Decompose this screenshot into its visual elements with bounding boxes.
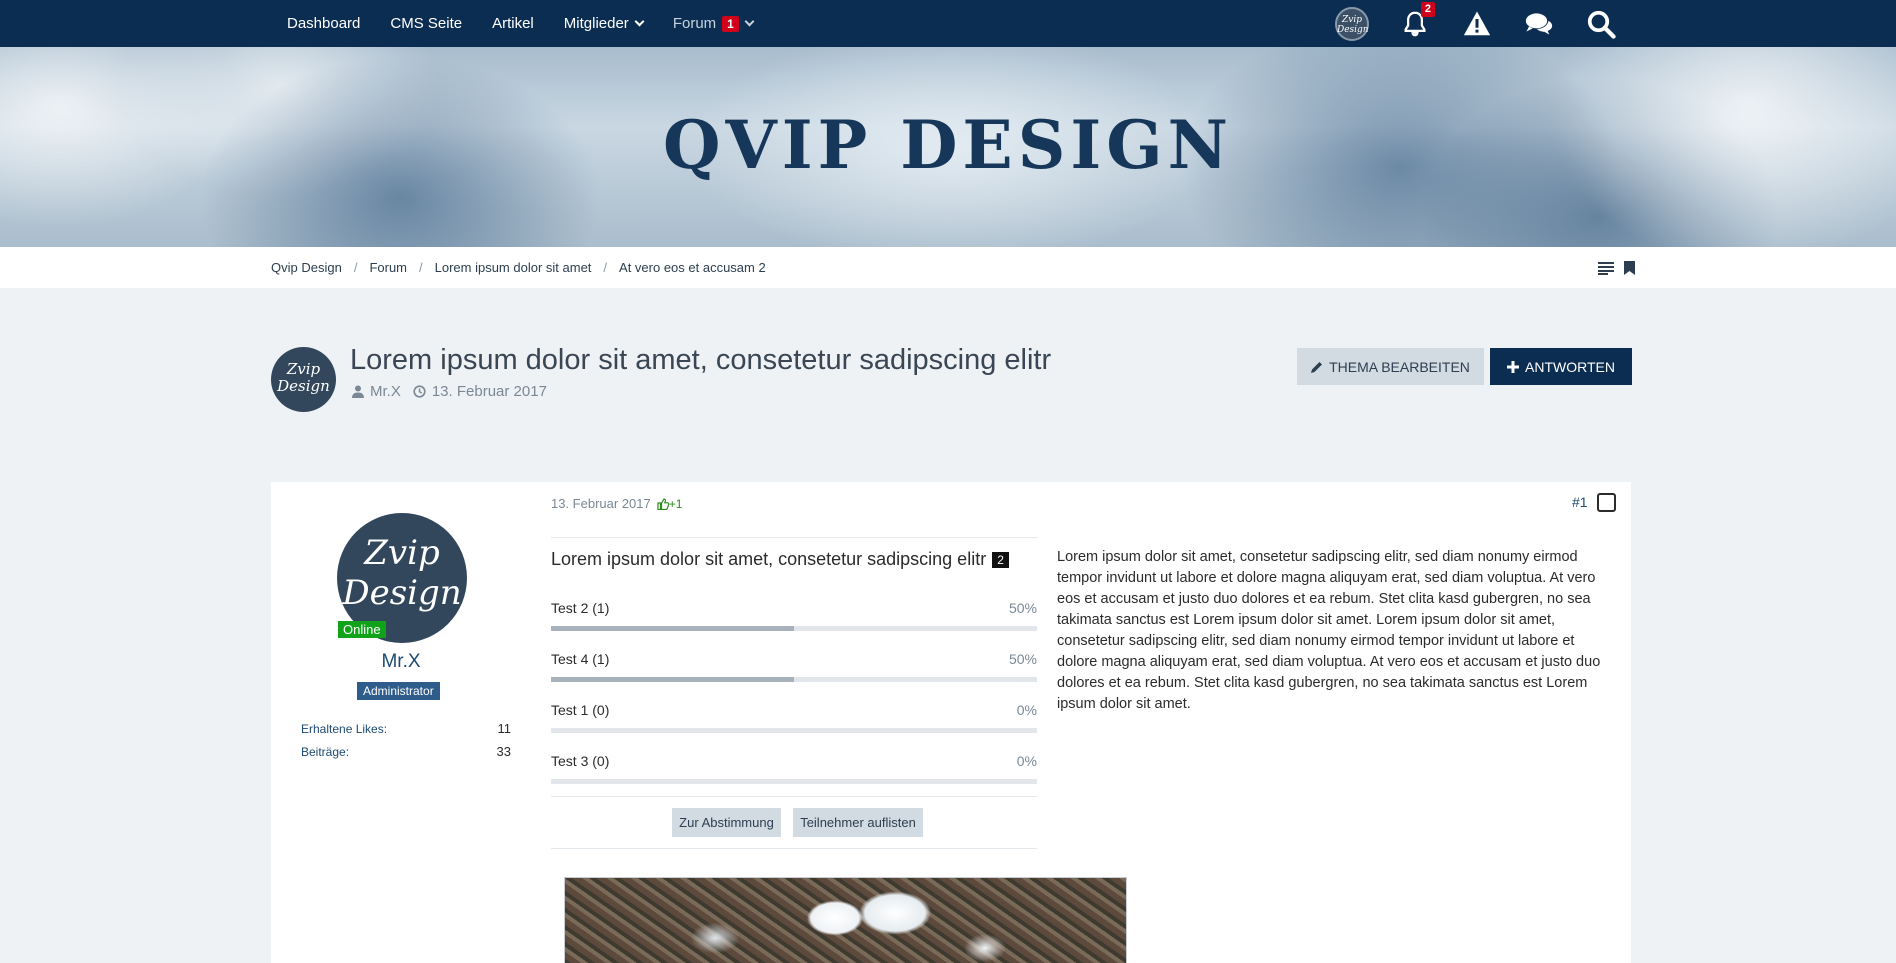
top-navigation: Dashboard CMS Seite Artikel Mitglieder F… — [0, 0, 1896, 47]
nav-mitglieder[interactable]: Mitglieder — [563, 15, 645, 32]
breadcrumb-item[interactable]: Forum — [369, 260, 407, 275]
poll-title: Lorem ipsum dolor sit amet, consetetur s… — [551, 549, 1009, 570]
warning-icon — [1463, 11, 1491, 35]
nav-dashboard-label: Dashboard — [287, 15, 361, 32]
thumbs-up-icon — [657, 497, 669, 510]
breadcrumb-item[interactable]: Qvip Design — [271, 260, 342, 275]
nav-artikel-label: Artikel — [492, 15, 534, 32]
site-logo[interactable]: QVIP DESIGN — [0, 106, 1896, 184]
divider — [551, 848, 1037, 849]
header-banner: QVIP DESIGN — [0, 47, 1896, 247]
poll-participant-count: 2 — [992, 551, 1009, 568]
moderation-button[interactable] — [1461, 8, 1493, 40]
like-summary[interactable]: +1 — [657, 496, 683, 511]
thread-date: 13. Februar 2017 — [431, 383, 547, 400]
breadcrumb-item[interactable]: At vero eos et accusam 2 — [619, 260, 766, 275]
poll-option-bar — [551, 677, 1037, 682]
clock-icon — [413, 385, 426, 398]
nav-cms-seite-label: CMS Seite — [390, 15, 463, 32]
stat-likes-value: 11 — [497, 721, 512, 736]
like-count: +1 — [668, 496, 683, 511]
reply-button[interactable]: ANTWORTEN — [1490, 348, 1632, 385]
nav-forum-label: Forum — [672, 15, 717, 32]
chat-icon — [1525, 12, 1553, 35]
poll-option-label: Test 3 (0) — [551, 753, 610, 769]
breadcrumb-separator: / — [353, 260, 358, 275]
breadcrumb: Qvip Design / Forum / Lorem ipsum dolor … — [271, 247, 766, 288]
nav-cms-seite[interactable]: CMS Seite — [390, 15, 462, 32]
poll-option-percent: 50% — [1008, 600, 1037, 616]
poll-option-fill — [551, 677, 794, 682]
divider — [551, 537, 1037, 538]
poll-option-label: Test 4 (1) — [551, 651, 610, 667]
nav-dashboard[interactable]: Dashboard — [287, 15, 360, 32]
stat-likes-label[interactable]: Erhaltene Likes: — [301, 722, 387, 736]
post-date-text[interactable]: 13. Februar 2017 — [551, 496, 651, 511]
search-button[interactable] — [1585, 8, 1617, 40]
thread-author-avatar[interactable]: Zvip Design — [271, 347, 336, 412]
poll-question: Lorem ipsum dolor sit amet, consetetur s… — [551, 549, 987, 569]
list-participants-button[interactable]: Teilnehmer auflisten — [793, 808, 923, 837]
search-icon — [1587, 10, 1616, 39]
forum-badge: 1 — [722, 15, 739, 32]
plus-icon — [1507, 360, 1520, 373]
poll-option-bar — [551, 779, 1037, 784]
page-title: Lorem ipsum dolor sit amet, consetetur s… — [350, 344, 1052, 376]
edit-thread-button[interactable]: THEMA BEARBEITEN — [1297, 348, 1484, 385]
stat-posts-value: 33 — [496, 744, 511, 759]
main-menu: Dashboard CMS Seite Artikel Mitglieder F… — [287, 0, 783, 47]
poll-option-percent: 0% — [1016, 753, 1037, 769]
bookmark-icon[interactable] — [1624, 260, 1635, 275]
user-avatar-small[interactable]: Zvip Design — [1335, 6, 1369, 41]
conversations-button[interactable] — [1523, 8, 1555, 40]
feed-icon[interactable] — [1598, 261, 1614, 275]
notifications-button[interactable]: 2 — [1399, 1, 1435, 40]
thread-author[interactable]: Mr.X — [370, 383, 401, 400]
poll-option-fill — [551, 626, 794, 631]
pencil-icon — [1311, 361, 1323, 373]
breadcrumb-bar: Qvip Design / Forum / Lorem ipsum dolor … — [0, 247, 1896, 288]
reply-label: ANTWORTEN — [1525, 358, 1615, 375]
poll-option-label: Test 2 (1) — [551, 600, 610, 616]
nav-artikel[interactable]: Artikel — [492, 15, 534, 32]
avatar-logo-text: Zvip Design — [277, 360, 330, 395]
thread-meta: Mr.X 13. Februar 2017 — [352, 383, 547, 400]
notifications-badge: 2 — [1420, 1, 1435, 17]
poll-option-label: Test 1 (0) — [551, 702, 610, 718]
chevron-down-icon — [634, 16, 645, 27]
page-tools — [1588, 247, 1635, 288]
nav-forum[interactable]: Forum 1 — [672, 15, 755, 32]
vote-button[interactable]: Zur Abstimmung — [672, 808, 781, 837]
online-status-badge: Online — [338, 621, 386, 638]
avatar-logo-text: Zvip Design — [1337, 14, 1369, 35]
avatar-logo-text: Zvip Design — [342, 533, 462, 613]
post-body: Lorem ipsum dolor sit amet, consetetur s… — [1057, 549, 1601, 712]
post-image[interactable] — [564, 877, 1127, 963]
user-icon — [352, 385, 364, 398]
poll-option-bar — [551, 728, 1037, 733]
edit-thread-label: THEMA BEARBEITEN — [1329, 358, 1470, 375]
breadcrumb-separator: / — [419, 260, 423, 275]
post: Zvip Design Online Mr.X Administrator Er… — [271, 482, 1631, 963]
nav-mitglieder-label: Mitglieder — [563, 15, 629, 32]
breadcrumb-item[interactable]: Lorem ipsum dolor sit amet — [435, 260, 592, 275]
post-author-name[interactable]: Mr.X — [271, 651, 531, 673]
divider — [551, 796, 1037, 797]
poll-option-percent: 0% — [1016, 702, 1037, 718]
poll-option-percent: 50% — [1008, 651, 1037, 667]
post-date: 13. Februar 2017 +1 — [551, 496, 682, 511]
stat-posts-label[interactable]: Beiträge: — [301, 745, 349, 759]
poll-option-bar — [551, 626, 1037, 631]
post-select-checkbox[interactable] — [1597, 493, 1616, 512]
user-rank-badge: Administrator — [357, 682, 440, 700]
post-permalink[interactable]: #1 — [1572, 494, 1588, 510]
chevron-down-icon — [744, 16, 755, 27]
user-menu: Zvip Design 2 — [1335, 0, 1647, 47]
breadcrumb-separator: / — [603, 260, 608, 275]
